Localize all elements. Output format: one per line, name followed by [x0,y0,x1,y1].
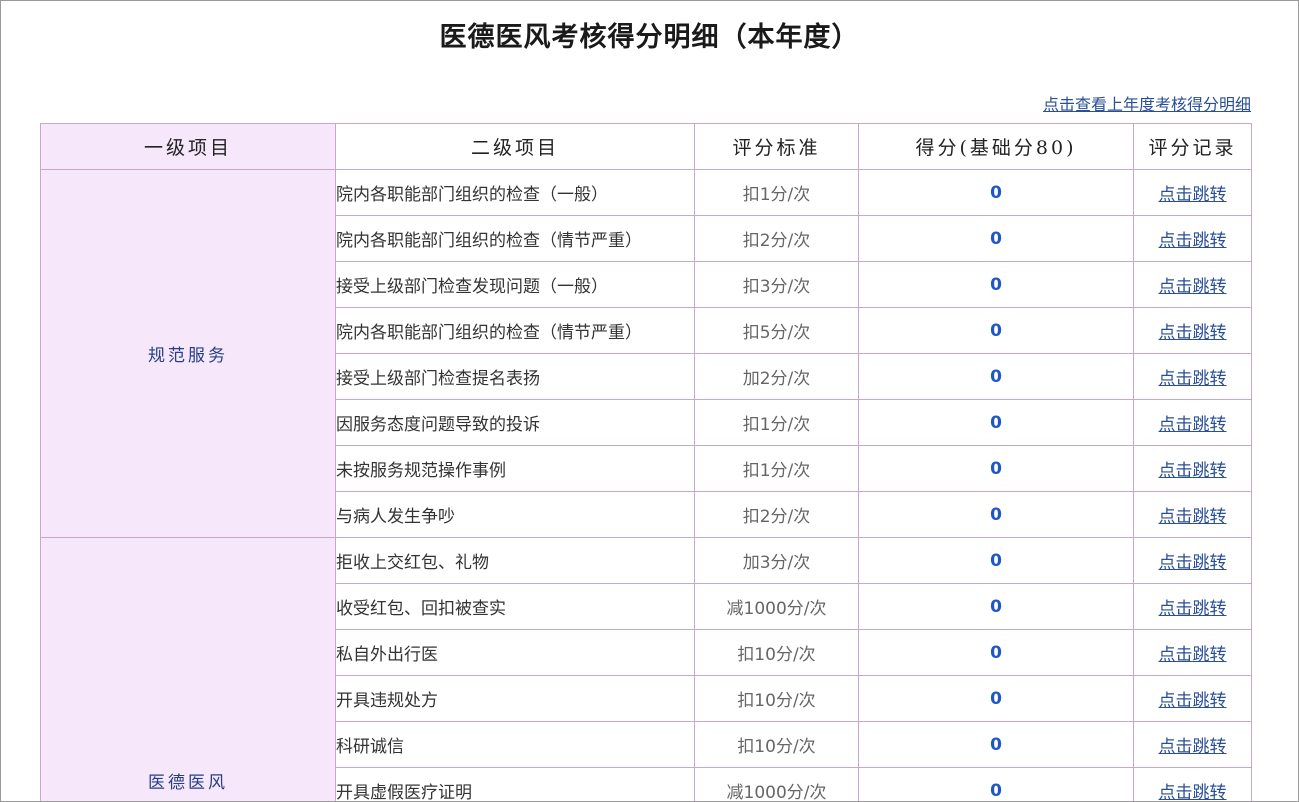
score-cell: 0 [858,721,1134,768]
record-jump-link[interactable]: 点击跳转 [1159,461,1227,481]
item-cell: 开具虚假医疗证明 [335,767,695,801]
record-jump-link[interactable]: 点击跳转 [1159,553,1227,573]
standard-cell: 减1000分/次 [694,767,859,801]
record-jump-link[interactable]: 点击跳转 [1159,737,1227,757]
item-cell: 因服务态度问题导致的投诉 [335,399,695,446]
score-cell: 0 [858,537,1134,584]
score-cell: 0 [858,353,1134,400]
item-cell: 科研诚信 [335,721,695,768]
score-cell: 0 [858,675,1134,722]
record-cell: 点击跳转 [1133,261,1252,308]
score-cell: 0 [858,215,1134,262]
table-header-row: 一级项目 二级项目 评分标准 得分(基础分80) 评分记录 [40,123,1252,170]
standard-cell: 扣10分/次 [694,721,859,768]
record-jump-link[interactable]: 点击跳转 [1159,783,1227,801]
standard-cell: 扣10分/次 [694,629,859,676]
score-cell: 0 [858,629,1134,676]
record-cell: 点击跳转 [1133,399,1252,446]
record-cell: 点击跳转 [1133,353,1252,400]
standard-cell: 扣2分/次 [694,491,859,538]
record-jump-link[interactable]: 点击跳转 [1159,415,1227,435]
item-cell: 院内各职能部门组织的检查（情节严重） [335,307,695,354]
record-cell: 点击跳转 [1133,721,1252,768]
standard-cell: 扣10分/次 [694,675,859,722]
standard-cell: 扣1分/次 [694,445,859,492]
record-jump-link[interactable]: 点击跳转 [1159,323,1227,343]
record-jump-link[interactable]: 点击跳转 [1159,231,1227,251]
score-cell: 0 [858,583,1134,630]
table-row: 规范服务 院内各职能部门组织的检查（一般） 扣1分/次 0 点击跳转 [40,169,1252,538]
record-cell: 点击跳转 [1133,169,1252,216]
header-level1: 一级项目 [40,123,336,170]
record-jump-link[interactable]: 点击跳转 [1159,507,1227,527]
standard-cell: 扣3分/次 [694,261,859,308]
record-cell: 点击跳转 [1133,767,1252,801]
standard-cell: 减1000分/次 [694,583,859,630]
record-cell: 点击跳转 [1133,491,1252,538]
item-cell: 私自外出行医 [335,629,695,676]
standard-cell: 扣1分/次 [694,169,859,216]
record-jump-link[interactable]: 点击跳转 [1159,599,1227,619]
record-cell: 点击跳转 [1133,629,1252,676]
standard-cell: 扣2分/次 [694,215,859,262]
score-table: 一级项目 二级项目 评分标准 得分(基础分80) 评分记录 规范服务 院内各职能部… [40,123,1252,801]
score-cell: 0 [858,445,1134,492]
item-cell: 未按服务规范操作事例 [335,445,695,492]
table-body: 规范服务 院内各职能部门组织的检查（一般） 扣1分/次 0 点击跳转 院内各职能部门组织的… [40,169,1252,801]
standard-cell: 扣5分/次 [694,307,859,354]
category-cell: 规范服务 [40,169,336,538]
item-cell: 院内各职能部门组织的检查（一般） [335,169,695,216]
item-cell: 接受上级部门检查提名表扬 [335,353,695,400]
standard-cell: 加3分/次 [694,537,859,584]
score-cell: 0 [858,261,1134,308]
score-cell: 0 [858,307,1134,354]
record-jump-link[interactable]: 点击跳转 [1159,369,1227,389]
item-cell: 收受红包、回扣被查实 [335,583,695,630]
table-row: 医德医风 拒收上交红包、礼物 加3分/次 0 点击跳转 [40,537,1252,801]
item-cell: 开具违规处方 [335,675,695,722]
item-cell: 接受上级部门检查发现问题（一般） [335,261,695,308]
item-cell: 与病人发生争吵 [335,491,695,538]
header-level2: 二级项目 [335,123,695,170]
record-cell: 点击跳转 [1133,675,1252,722]
record-jump-link[interactable]: 点击跳转 [1159,691,1227,711]
prev-year-detail-link[interactable]: 点击查看上年度考核得分明细 [1043,91,1251,115]
standard-cell: 加2分/次 [694,353,859,400]
item-cell: 拒收上交红包、礼物 [335,537,695,584]
score-cell: 0 [858,767,1134,801]
record-jump-link[interactable]: 点击跳转 [1159,645,1227,665]
header-score: 得分(基础分80) [858,123,1134,170]
standard-cell: 扣1分/次 [694,399,859,446]
record-cell: 点击跳转 [1133,445,1252,492]
header-record: 评分记录 [1133,123,1252,170]
record-jump-link[interactable]: 点击跳转 [1159,185,1227,205]
score-cell: 0 [858,399,1134,446]
record-cell: 点击跳转 [1133,583,1252,630]
page-frame: 医德医风考核得分明细（本年度） 点击查看上年度考核得分明细 一级项目 二级项目 … [0,0,1299,802]
record-cell: 点击跳转 [1133,307,1252,354]
record-cell: 点击跳转 [1133,537,1252,584]
score-cell: 0 [858,169,1134,216]
score-cell: 0 [858,491,1134,538]
category-cell: 医德医风 [40,537,336,801]
header-standard: 评分标准 [694,123,859,170]
record-jump-link[interactable]: 点击跳转 [1159,277,1227,297]
record-cell: 点击跳转 [1133,215,1252,262]
page-title: 医德医风考核得分明细（本年度） [439,22,860,53]
item-cell: 院内各职能部门组织的检查（情节严重） [335,215,695,262]
